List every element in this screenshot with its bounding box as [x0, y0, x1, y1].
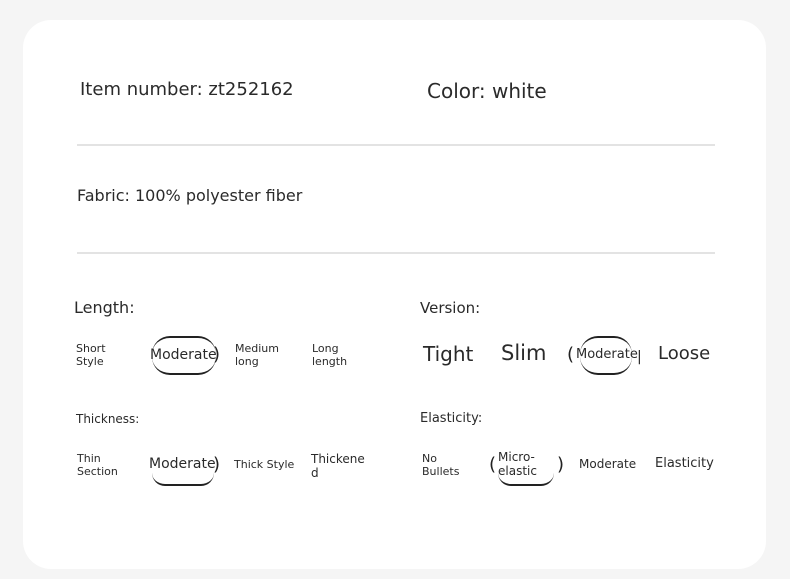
bracket-icon: (: [489, 454, 497, 475]
length-option-short-style: Short Style: [76, 342, 106, 368]
divider: [77, 144, 715, 146]
product-spec-card: [23, 20, 766, 569]
version-option-slim: Slim: [501, 341, 547, 365]
thickness-option-moderate: Moderate: [149, 456, 216, 472]
color-value: Color: white: [427, 79, 547, 103]
divider: [77, 252, 715, 254]
fabric-composition: Fabric: 100% polyester fiber: [77, 186, 303, 205]
thickness-option-thickened: Thickene d: [311, 452, 365, 480]
item-number: Item number: zt252162: [80, 79, 294, 100]
length-option-long-length: Long length: [312, 342, 348, 368]
thickness-option-thick-style: Thick Style: [234, 458, 295, 471]
bracket-icon: (: [567, 344, 575, 365]
version-option-loose: Loose: [658, 343, 711, 364]
version-title: Version:: [420, 299, 481, 317]
thickness-title: Thickness:: [76, 412, 140, 426]
version-option-tight: Tight: [423, 342, 474, 366]
version-option-moderate: Moderate: [576, 347, 638, 362]
elasticity-option-micro-elastic: Micro-elastic: [498, 450, 537, 478]
elasticity-title: Elasticity:: [420, 411, 483, 426]
elasticity-option-elasticity: Elasticity: [655, 456, 714, 471]
bracket-icon: |: [637, 349, 642, 365]
thickness-option-thin-section: Thin Section: [77, 452, 118, 478]
elasticity-option-moderate: Moderate: [579, 457, 637, 471]
length-option-medium-long: Medium long: [235, 342, 279, 368]
length-title: Length:: [74, 298, 135, 317]
length-option-moderate: Moderate: [150, 347, 217, 363]
bracket-icon: ): [557, 454, 565, 475]
elasticity-option-no-bullets: No Bullets: [422, 452, 460, 478]
